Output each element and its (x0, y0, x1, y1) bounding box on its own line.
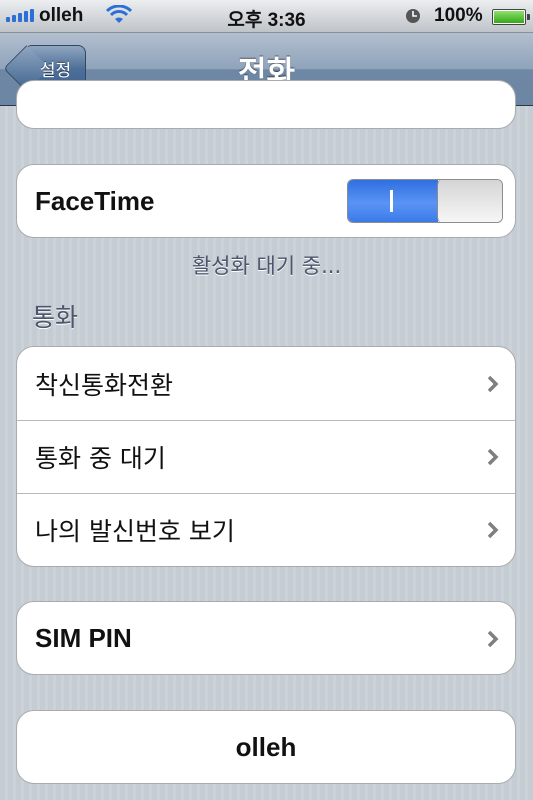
facetime-label: FaceTime (35, 186, 155, 216)
section-header-calls: 통화 (32, 303, 79, 332)
battery-icon (492, 9, 530, 25)
sim-group: SIM PIN (16, 601, 516, 675)
chevron-right-icon (487, 421, 499, 493)
battery-percent: 100% (434, 5, 483, 26)
carrier-button[interactable]: olleh (17, 711, 515, 783)
toggle-knob (437, 180, 502, 222)
chevron-right-icon (487, 494, 499, 566)
facetime-toggle[interactable] (347, 179, 503, 223)
facetime-row: FaceTime (17, 165, 515, 237)
carrier-group: olleh (16, 710, 516, 784)
list-item-label: 착신통화전환 (35, 370, 174, 400)
chevron-right-icon (487, 602, 499, 674)
chevron-right-icon (487, 347, 499, 420)
alarm-clock-icon (405, 8, 421, 30)
list-item-sim-pin[interactable]: SIM PIN (17, 602, 515, 674)
calls-group: 착신통화전환 통화 중 대기 나의 발신번호 보기 (16, 346, 516, 567)
list-item-label: 통화 중 대기 (35, 444, 166, 473)
carrier-button-label: olleh (235, 732, 297, 762)
list-item-label: 나의 발신번호 보기 (35, 517, 235, 546)
status-bar: olleh 오후 3:36 100% (0, 0, 533, 33)
list-item-show-caller-id[interactable]: 나의 발신번호 보기 (17, 493, 515, 566)
facetime-group: FaceTime (16, 164, 516, 238)
scrolled-group (16, 80, 516, 129)
list-item-call-forwarding[interactable]: 착신통화전환 (17, 347, 515, 420)
facetime-status: 활성화 대기 중... (191, 254, 342, 278)
list-item-call-waiting[interactable]: 통화 중 대기 (17, 420, 515, 493)
sim-pin-label: SIM PIN (35, 623, 132, 653)
